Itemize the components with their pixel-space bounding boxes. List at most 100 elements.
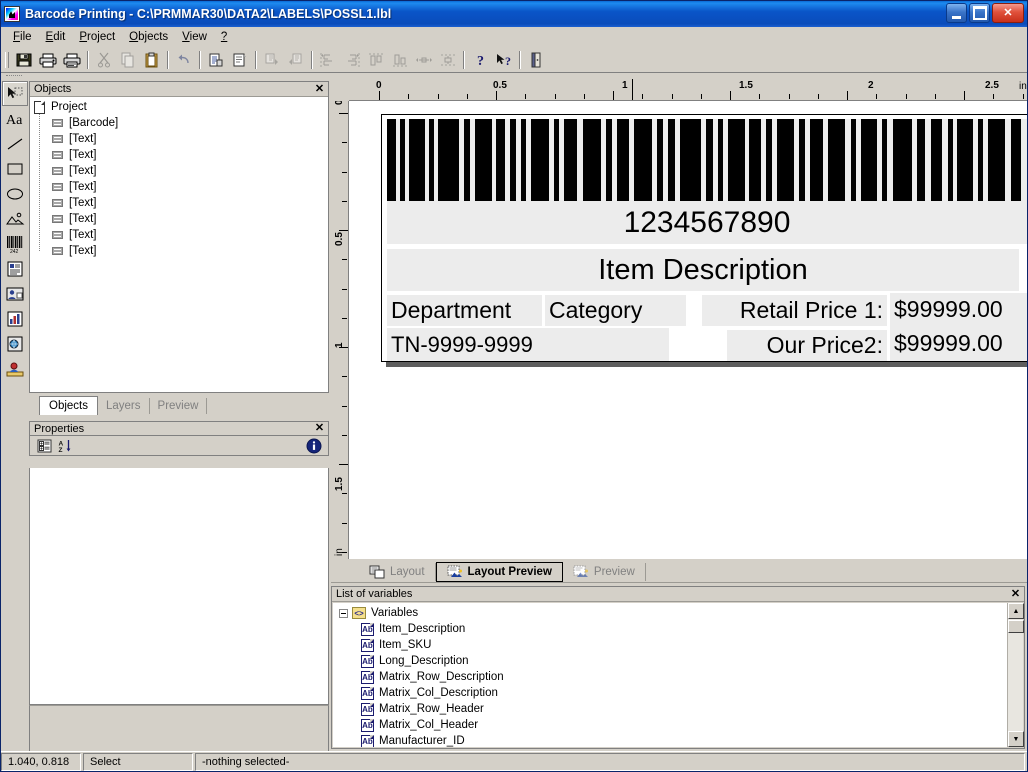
variable-item-7[interactable]: Ab Manufacturer_ID: [333, 733, 1007, 747]
tab-preview-view[interactable]: Preview: [563, 562, 646, 581]
label-canvas[interactable]: 1234567890 Item Description Department C…: [349, 101, 1027, 559]
category-field[interactable]: Category: [545, 295, 686, 326]
tree-item-text-8[interactable]: [Text]: [30, 243, 328, 259]
scroll-down-button[interactable]: ▼: [1008, 731, 1024, 747]
properties-panel-close-icon[interactable]: ✕: [313, 422, 326, 435]
paste-button[interactable]: [140, 49, 164, 71]
minimize-button[interactable]: [946, 3, 967, 23]
exit-door-icon: [531, 52, 541, 67]
objects-tree[interactable]: Project [Barcode] [Text] [Text] [Text] […: [30, 97, 328, 392]
copy-button[interactable]: [116, 49, 140, 71]
variables-tree[interactable]: <> Variables Ab Item_Description Ab Item…: [333, 603, 1007, 747]
ellipse-tool[interactable]: [2, 181, 28, 206]
our-price-label-field[interactable]: Our Price2:: [727, 330, 887, 361]
tree-item-text-2[interactable]: [Text]: [30, 147, 328, 163]
align-top-button[interactable]: [364, 49, 388, 71]
line-tool[interactable]: [2, 131, 28, 156]
tab-layout-preview[interactable]: Layout Preview: [435, 561, 563, 582]
objects-panel-close-icon[interactable]: ✕: [313, 83, 326, 96]
undo-button[interactable]: [172, 49, 196, 71]
rtf-text-tool[interactable]: [2, 256, 28, 281]
center-horizontal-button[interactable]: [412, 49, 436, 71]
info-button[interactable]: [303, 437, 325, 455]
retail-price-value-field[interactable]: $99999.00: [890, 293, 1027, 326]
variable-item-2[interactable]: Ab Long_Description: [333, 653, 1007, 669]
select-tool[interactable]: [2, 81, 28, 106]
tool-palette-grip[interactable]: [1, 73, 29, 81]
close-button[interactable]: ✕: [992, 3, 1024, 23]
variables-panel-close-icon[interactable]: ✕: [1009, 588, 1022, 601]
context-help-button[interactable]: ?: [492, 49, 516, 71]
text-tool[interactable]: Aa: [2, 106, 28, 131]
align-bottom-button[interactable]: [388, 49, 412, 71]
tree-item-label: [Text]: [69, 149, 97, 161]
menu-file[interactable]: File: [6, 29, 39, 45]
drawing-tool[interactable]: [2, 356, 28, 381]
formatted-field-tool[interactable]: [2, 281, 28, 306]
variable-item-6[interactable]: Ab Matrix_Col_Header: [333, 717, 1007, 733]
send-to-back-button[interactable]: [284, 49, 308, 71]
picture-tool[interactable]: [2, 206, 28, 231]
tree-item-text-3[interactable]: [Text]: [30, 163, 328, 179]
barcode-graphic[interactable]: [387, 119, 1027, 201]
variable-item-4[interactable]: Ab Matrix_Col_Description: [333, 685, 1007, 701]
bring-to-front-button[interactable]: [260, 49, 284, 71]
scrollbar-thumb[interactable]: [1008, 620, 1024, 633]
tab-preview[interactable]: Preview: [150, 398, 208, 414]
center-vertical-icon: [441, 54, 455, 65]
collapse-expander-icon[interactable]: [339, 608, 348, 618]
tree-item-text-7[interactable]: [Text]: [30, 227, 328, 243]
object-properties-button[interactable]: [228, 49, 252, 71]
tree-item-text-1[interactable]: [Text]: [30, 131, 328, 147]
center-vertical-button[interactable]: [436, 49, 460, 71]
variable-item-5[interactable]: Ab Matrix_Row_Header: [333, 701, 1007, 717]
variable-item-0[interactable]: Ab Item_Description: [333, 621, 1007, 637]
tab-layers[interactable]: Layers: [98, 398, 150, 414]
item-description-field[interactable]: Item Description: [387, 249, 1019, 291]
sku-field[interactable]: TN-9999-9999: [387, 328, 669, 361]
status-mode: Select: [83, 752, 193, 771]
align-left-button[interactable]: [316, 49, 340, 71]
tab-layout[interactable]: Layout: [359, 562, 436, 581]
menu-edit[interactable]: Edit: [39, 29, 73, 45]
menu-view[interactable]: View: [175, 29, 214, 45]
print-preview-button[interactable]: [60, 49, 84, 71]
menu-objects[interactable]: Objects: [122, 29, 175, 45]
retail-price-label-field[interactable]: Retail Price 1:: [702, 295, 887, 326]
ole-object-tool[interactable]: [2, 331, 28, 356]
toolbar-grip[interactable]: [3, 50, 10, 70]
rectangle-tool[interactable]: [2, 156, 28, 181]
variable-item-3[interactable]: Ab Matrix_Row_Description: [333, 669, 1007, 685]
tree-item-barcode[interactable]: [Barcode]: [30, 115, 328, 131]
alphabetical-button[interactable]: A Z: [55, 437, 77, 455]
tree-item-label: [Text]: [69, 133, 97, 145]
maximize-restore-button[interactable]: [969, 3, 990, 23]
barcode-bar: [776, 119, 795, 201]
our-price-value-field[interactable]: $99999.00: [890, 326, 1027, 361]
tab-objects[interactable]: Objects: [39, 396, 98, 415]
variables-scrollbar[interactable]: ▲ ▼: [1007, 603, 1024, 747]
tree-root-project[interactable]: Project: [30, 99, 328, 115]
department-field[interactable]: Department: [387, 295, 542, 326]
print-button[interactable]: [36, 49, 60, 71]
help-button[interactable]: ?: [468, 49, 492, 71]
align-right-button[interactable]: [340, 49, 364, 71]
ab-variable-icon: Ab: [361, 670, 374, 684]
cut-button[interactable]: [92, 49, 116, 71]
chart-tool[interactable]: [2, 306, 28, 331]
categorized-button[interactable]: [33, 437, 55, 455]
barcode-tool[interactable]: 242: [2, 231, 28, 256]
scroll-up-button[interactable]: ▲: [1008, 603, 1024, 619]
tree-item-text-6[interactable]: [Text]: [30, 211, 328, 227]
tree-item-text-5[interactable]: [Text]: [30, 195, 328, 211]
variables-root[interactable]: <> Variables: [333, 605, 1007, 621]
exit-button[interactable]: [524, 49, 548, 71]
project-properties-button[interactable]: [204, 49, 228, 71]
tree-item-text-4[interactable]: [Text]: [30, 179, 328, 195]
properties-list[interactable]: [29, 468, 329, 705]
label-sheet[interactable]: 1234567890 Item Description Department C…: [381, 114, 1027, 362]
menu-help[interactable]: ?: [214, 29, 234, 45]
variable-item-1[interactable]: Ab Item_SKU: [333, 637, 1007, 653]
save-button[interactable]: [12, 49, 36, 71]
menu-project[interactable]: Project: [72, 29, 122, 45]
